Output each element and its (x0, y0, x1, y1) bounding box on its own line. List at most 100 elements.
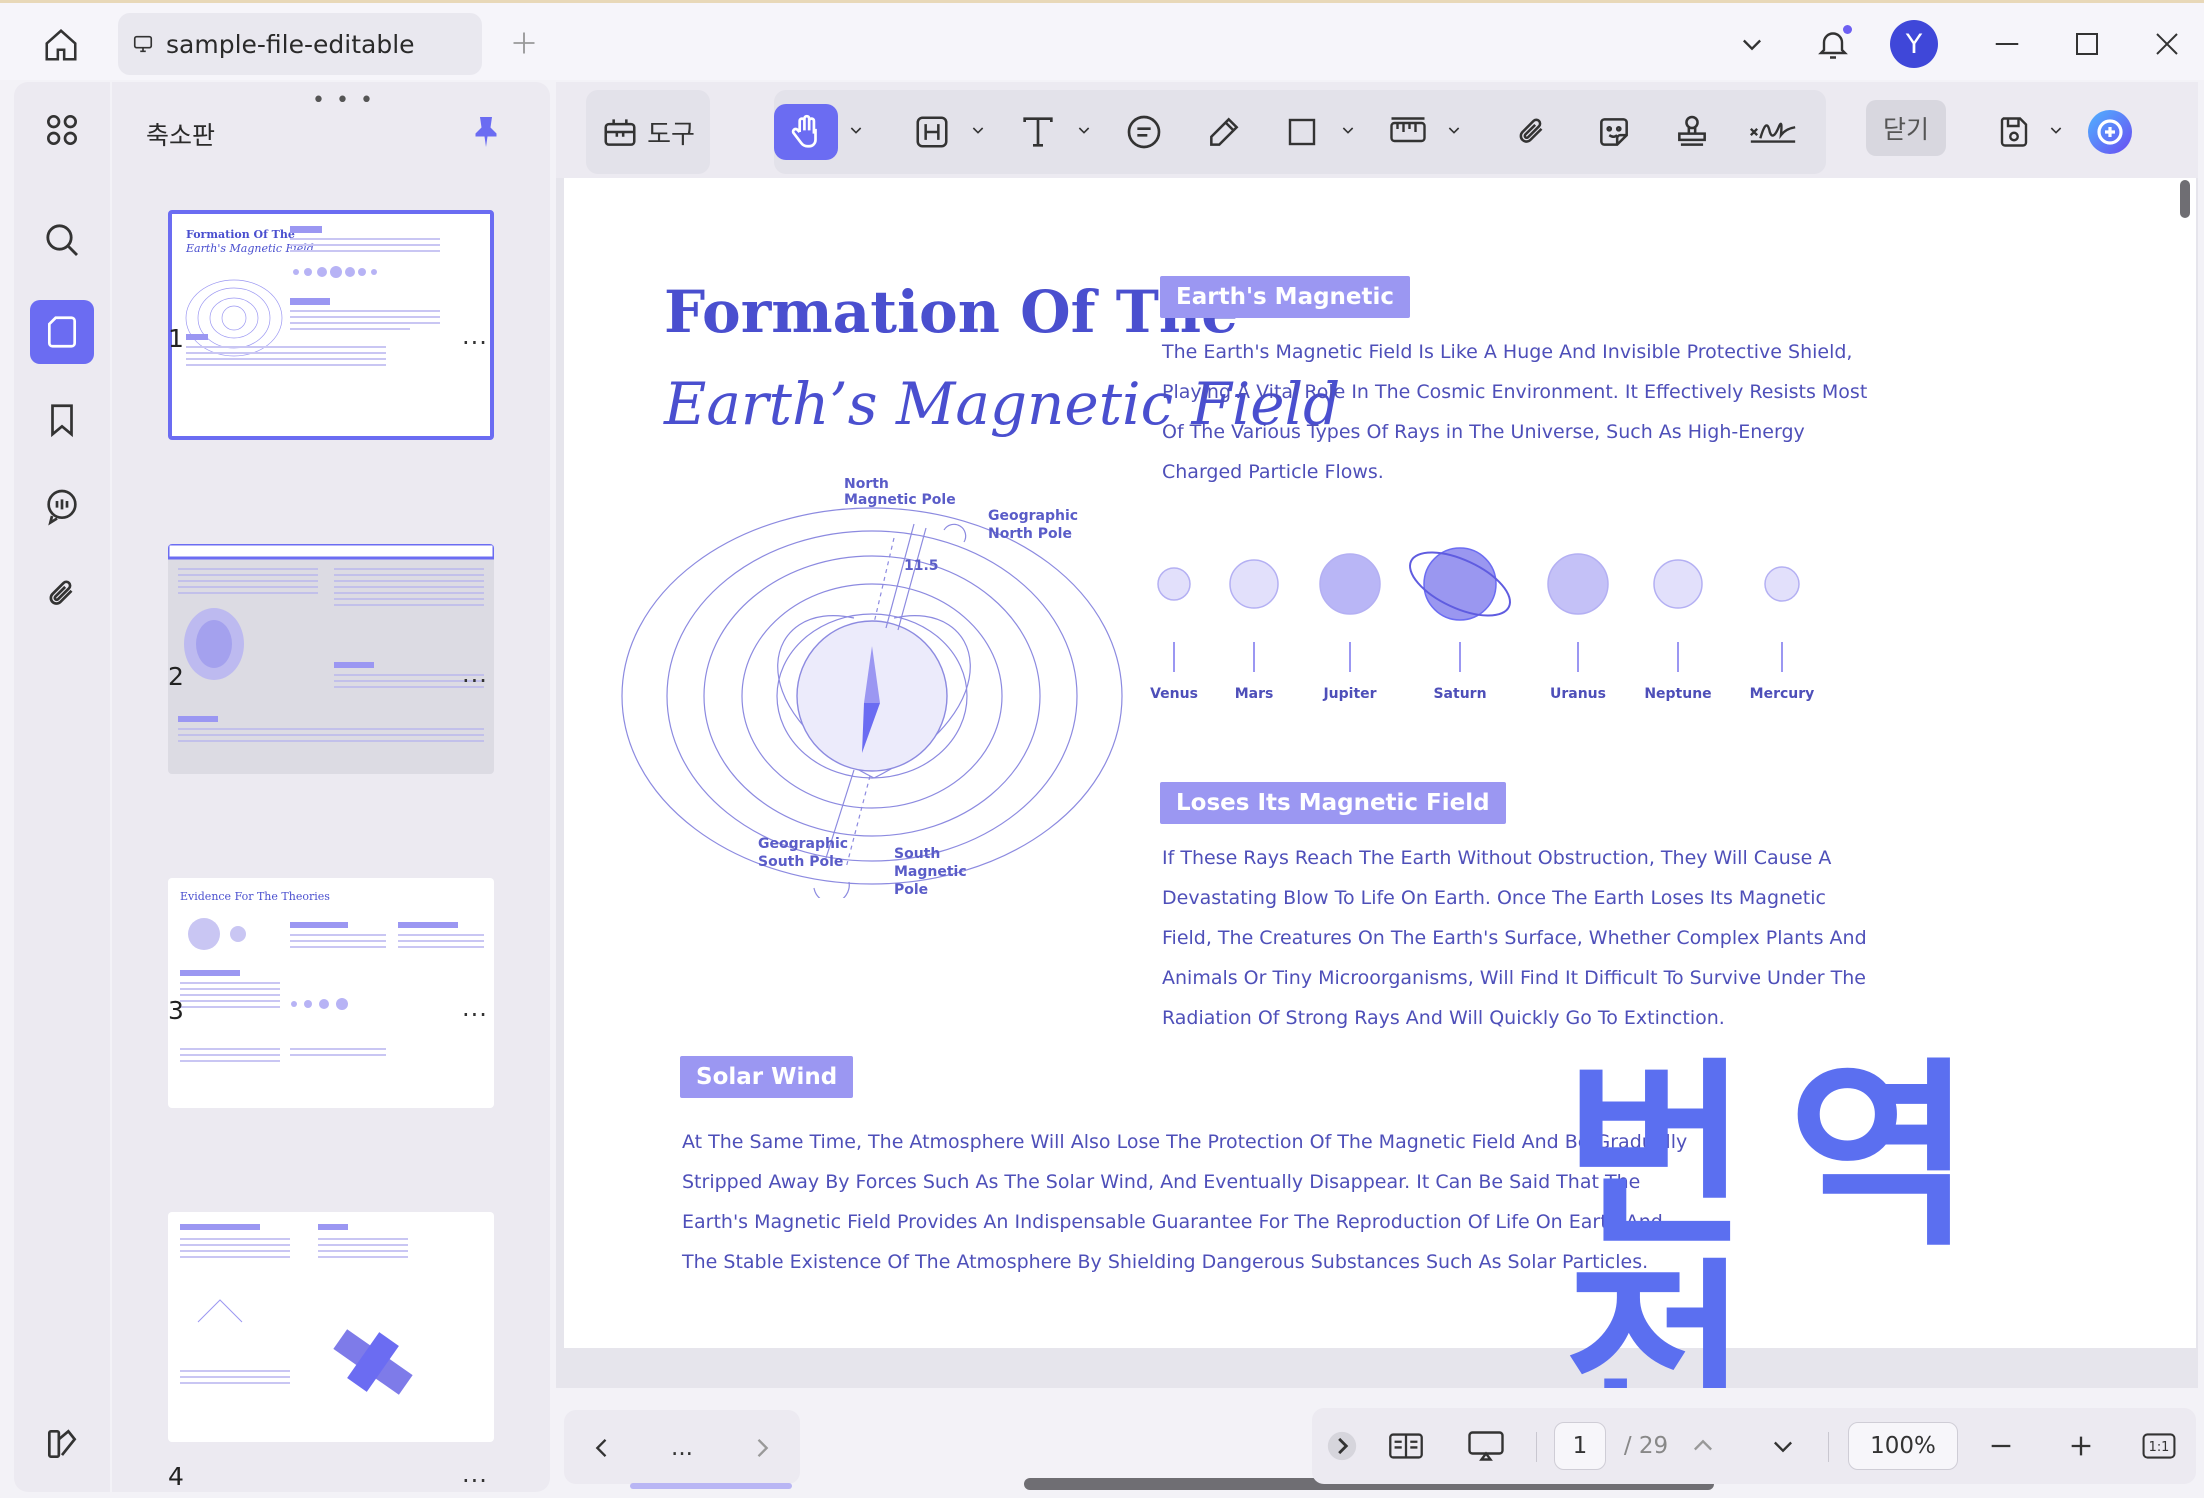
monitor-icon (133, 35, 153, 53)
search-button[interactable] (30, 208, 94, 272)
close-window-button[interactable] (2140, 17, 2194, 71)
diagram-label: South (894, 846, 940, 862)
bookmark-icon (51, 404, 73, 438)
pencil-tool-button[interactable] (1196, 104, 1252, 160)
bookmarks-button[interactable] (30, 388, 94, 452)
thumbnail-preview: Evidence For The Theories (180, 890, 484, 1062)
diagram-label: Magnetic (894, 864, 967, 880)
sticker-icon (1600, 118, 1628, 146)
page-nav-left: ... (564, 1410, 800, 1484)
save-button[interactable] (1986, 104, 2042, 160)
zoom-out-button[interactable] (1976, 1422, 2026, 1470)
thumbnail-more-button[interactable]: ... (462, 994, 488, 1022)
panel-resize-handle[interactable]: • • • (312, 88, 375, 113)
stamp-icon (1678, 115, 1706, 146)
hand-tool-button[interactable] (774, 104, 838, 160)
diagram-label: 11.5 (904, 558, 939, 574)
thumbnail-page-1[interactable]: Formation Of The Earth's Magnetic Field (168, 210, 494, 440)
magnetic-field-diagram: North Magnetic Pole Geographic North Pol… (621, 478, 1123, 898)
themes-button[interactable] (30, 1412, 94, 1476)
section-paragraph: The Earth's Magnetic Field Is Like A Hug… (1162, 341, 1868, 483)
thumbnail-page-2[interactable] (168, 544, 494, 774)
document-page: Formation Of The Earth’s Magnetic Field (564, 178, 2196, 1388)
organize-pages-button[interactable] (30, 98, 94, 162)
text-tool-button[interactable] (1010, 104, 1066, 160)
close-edit-button[interactable]: 닫기 (1866, 100, 1946, 156)
chevron-up-icon (1694, 1439, 1712, 1451)
section-heading: Earth's Magnetic (1160, 276, 1411, 318)
presentation-button[interactable] (1458, 1422, 1514, 1470)
avatar: Y (1890, 20, 1938, 68)
minimize-button[interactable] (1980, 17, 2034, 71)
save-icon (2000, 117, 2028, 147)
plus-icon (513, 32, 535, 54)
tools-menu-button[interactable]: 도구 (586, 90, 710, 174)
pin-panel-button[interactable] (468, 112, 504, 156)
minimize-icon (1995, 43, 2019, 45)
stamp-tool-button[interactable] (1664, 104, 1720, 160)
measure-options-caret[interactable] (1446, 122, 1462, 138)
actual-size-button[interactable]: 1:1 (2134, 1422, 2184, 1470)
new-tab-button[interactable] (506, 25, 542, 61)
thumbnail-more-button[interactable]: ... (462, 1460, 488, 1488)
signature-tool-button[interactable] (1742, 104, 1804, 160)
diagram-label: North Pole (988, 526, 1072, 542)
thumb-title-2: Earth's Magnetic Field (185, 242, 314, 255)
hand-icon (791, 114, 817, 148)
tabs-dropdown-button[interactable] (1728, 17, 1776, 71)
thumbnails-button[interactable] (30, 300, 94, 364)
measure-tool-button[interactable] (1380, 104, 1436, 160)
thumbnail-more-button[interactable]: ... (462, 322, 488, 350)
attachments-button[interactable] (30, 562, 94, 626)
next-button[interactable] (738, 1424, 786, 1472)
thumb-title-1: Formation Of The (186, 228, 295, 241)
diagram-label: Pole (894, 882, 928, 898)
thumbnail-more-button[interactable]: ... (462, 660, 488, 688)
zoom-level-input[interactable]: 100% (1848, 1422, 1958, 1470)
account-button[interactable]: Y (1886, 17, 1942, 71)
total-pages: / 29 (1623, 1433, 1669, 1459)
layers-icon (47, 1429, 77, 1459)
toolbox-icon (604, 119, 636, 146)
vertical-scrollbar[interactable] (2180, 180, 2190, 218)
document-viewport[interactable]: Formation Of The Earth’s Magnetic Field (556, 178, 2198, 1388)
notifications-button[interactable] (1806, 17, 1860, 71)
shape-options-caret[interactable] (1340, 122, 1356, 138)
pen-icon (1210, 117, 1239, 146)
planet-label-neptune: Neptune (1644, 686, 1711, 702)
more-options-button[interactable]: ... (658, 1424, 706, 1472)
home-button[interactable] (34, 21, 88, 69)
section-heading: Loses Its Magnetic Field (1160, 782, 1506, 824)
comments-button[interactable] (30, 474, 94, 538)
next-page-button[interactable] (1758, 1422, 1808, 1470)
page-layout-button[interactable] (1378, 1422, 1434, 1470)
comment-tool-button[interactable] (1116, 104, 1172, 160)
attach-file-button[interactable] (1504, 104, 1560, 160)
section-heading: Solar Wind (680, 1056, 854, 1098)
hand-tool-options-caret[interactable] (848, 122, 864, 138)
highlight-options-caret[interactable] (970, 122, 986, 138)
left-rail (14, 82, 110, 1492)
ai-assistant-button[interactable] (2082, 104, 2138, 160)
previous-page-button[interactable] (1678, 1422, 1728, 1470)
chevron-down-icon (1774, 1441, 1792, 1453)
diagram-label: Geographic (988, 508, 1078, 524)
text-icon (1023, 117, 1053, 147)
collapse-bar-button[interactable] (1320, 1422, 1364, 1470)
document-tab[interactable]: sample-file-editable (118, 13, 482, 75)
text-options-caret[interactable] (1076, 122, 1092, 138)
diagram-label: Magnetic Pole (844, 492, 956, 508)
save-options-caret[interactable] (2048, 122, 2064, 138)
previous-button[interactable] (578, 1424, 626, 1472)
shape-tool-button[interactable] (1274, 104, 1330, 160)
sticker-tool-button[interactable] (1586, 104, 1642, 160)
plus-icon (2071, 1436, 2091, 1456)
maximize-button[interactable] (2060, 17, 2114, 71)
thumbnail-page-4[interactable] (168, 1212, 494, 1442)
highlight-tool-button[interactable] (904, 104, 960, 160)
diagram-label: Geographic (758, 836, 848, 852)
zoom-in-button[interactable] (2056, 1422, 2106, 1470)
close-icon (2156, 33, 2178, 55)
thumbnail-page-3[interactable]: Evidence For The Theories (168, 878, 494, 1108)
current-page-input[interactable]: 1 (1554, 1422, 1606, 1470)
